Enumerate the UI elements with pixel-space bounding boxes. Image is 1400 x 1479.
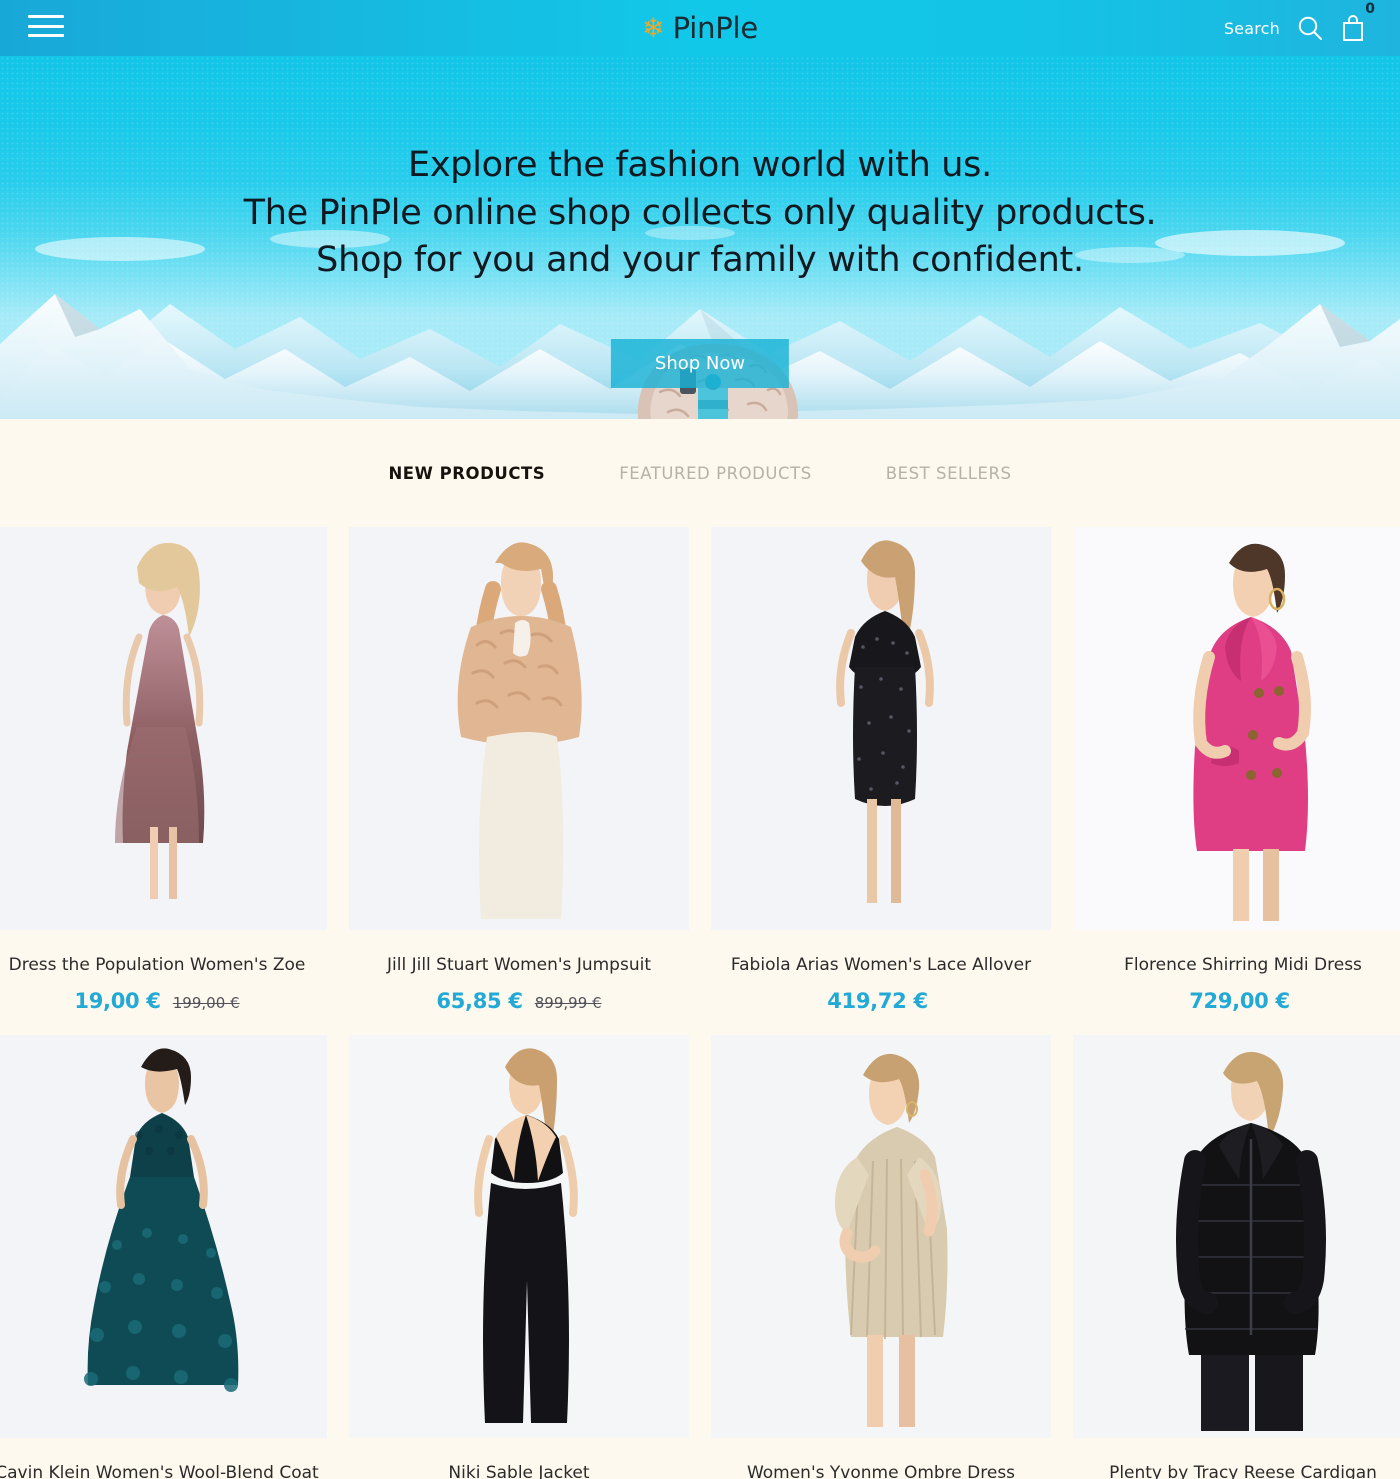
product-card[interactable]: Dress the Population Women's Zoe 19,00 €… (0, 527, 327, 1013)
product-card[interactable]: Plenty by Tracy Reese Cardigan 69,85 € (1073, 1035, 1400, 1479)
product-grid-row-1: Dress the Population Women's Zoe 19,00 €… (0, 527, 1400, 1013)
header-actions: Search 0 (1224, 1, 1375, 43)
site-header: ❄ PinPle Search 0 (0, 0, 1400, 56)
product-card[interactable]: Women's Yvonme Ombre Dress 732,00 € (711, 1035, 1051, 1479)
product-price: 19,00 € (74, 989, 161, 1013)
product-image[interactable] (349, 1035, 689, 1438)
site-logo[interactable]: ❄ PinPle (642, 11, 758, 45)
product-title[interactable]: Cavin Klein Women's Wool-Blend Coat (0, 1463, 327, 1479)
product-price: 419,72 € (827, 989, 928, 1013)
tab-featured-products[interactable]: FEATURED PRODUCTS (617, 460, 814, 487)
hero-copy: Explore the fashion world with us. The P… (0, 56, 1400, 285)
product-image[interactable] (1073, 1035, 1400, 1438)
hero-banner: Explore the fashion world with us. The P… (0, 56, 1400, 419)
product-price-group: 19,00 € 199,00 € (0, 989, 327, 1013)
snowflake-icon: ❄ (641, 12, 665, 44)
product-card[interactable]: Florence Shirring Midi Dress 729,00 € (1073, 527, 1400, 1013)
product-old-price: 199,00 € (172, 994, 240, 1012)
product-card[interactable]: Jill Jill Stuart Women's Jumpsuit 65,85 … (349, 527, 689, 1013)
product-grid-row-2: Cavin Klein Women's Wool-Blend Coat 812,… (0, 1035, 1400, 1479)
product-card[interactable]: Cavin Klein Women's Wool-Blend Coat 812,… (0, 1035, 327, 1479)
hamburger-bar (28, 15, 64, 18)
product-price-group: 65,85 € 899,99 € (349, 989, 689, 1013)
product-price-group: 729,00 € (1073, 989, 1400, 1013)
hero-line-3: Shop for you and your family with confid… (316, 240, 1084, 281)
tab-new-products[interactable]: NEW PRODUCTS (386, 460, 547, 487)
product-image[interactable] (1073, 527, 1400, 930)
product-image[interactable] (0, 1035, 327, 1438)
product-price-group: 419,72 € (711, 989, 1051, 1013)
shopping-bag-icon[interactable]: 0 (1340, 1, 1375, 43)
product-title[interactable]: Plenty by Tracy Reese Cardigan (1073, 1463, 1400, 1479)
search-label[interactable]: Search (1224, 19, 1280, 38)
tab-best-sellers[interactable]: BEST SELLERS (884, 460, 1014, 487)
product-title[interactable]: Niki Sable Jacket (349, 1463, 689, 1479)
product-image[interactable] (711, 527, 1051, 930)
hero-line-2: The PinPle online shop collects only qua… (243, 192, 1157, 233)
hamburger-bar (28, 34, 64, 37)
product-title[interactable]: Fabiola Arias Women's Lace Allover (711, 955, 1051, 975)
product-title[interactable]: Florence Shirring Midi Dress (1073, 955, 1400, 975)
hamburger-menu-icon[interactable] (28, 12, 64, 40)
product-old-price: 899,99 € (534, 994, 602, 1012)
product-title[interactable]: Women's Yvonme Ombre Dress (711, 1463, 1051, 1479)
search-icon[interactable] (1296, 14, 1324, 42)
product-card[interactable]: Fabiola Arias Women's Lace Allover 419,7… (711, 527, 1051, 1013)
product-image[interactable] (349, 527, 689, 930)
product-image[interactable] (711, 1035, 1051, 1438)
product-title[interactable]: Dress the Population Women's Zoe (0, 955, 327, 975)
product-tabs: NEW PRODUCTS FEATURED PRODUCTS BEST SELL… (0, 419, 1400, 527)
product-card[interactable]: Niki Sable Jacket 847,00 € (349, 1035, 689, 1479)
product-image[interactable] (0, 527, 327, 930)
hamburger-bar (28, 24, 64, 28)
product-title[interactable]: Jill Jill Stuart Women's Jumpsuit (349, 955, 689, 975)
product-price: 729,00 € (1189, 989, 1290, 1013)
cart-count-badge: 0 (1365, 1, 1375, 17)
shop-now-button[interactable]: Shop Now (610, 339, 790, 388)
logo-text: PinPle (672, 11, 759, 45)
product-price: 65,85 € (436, 989, 523, 1013)
hero-line-1: Explore the fashion world with us. (408, 145, 992, 185)
